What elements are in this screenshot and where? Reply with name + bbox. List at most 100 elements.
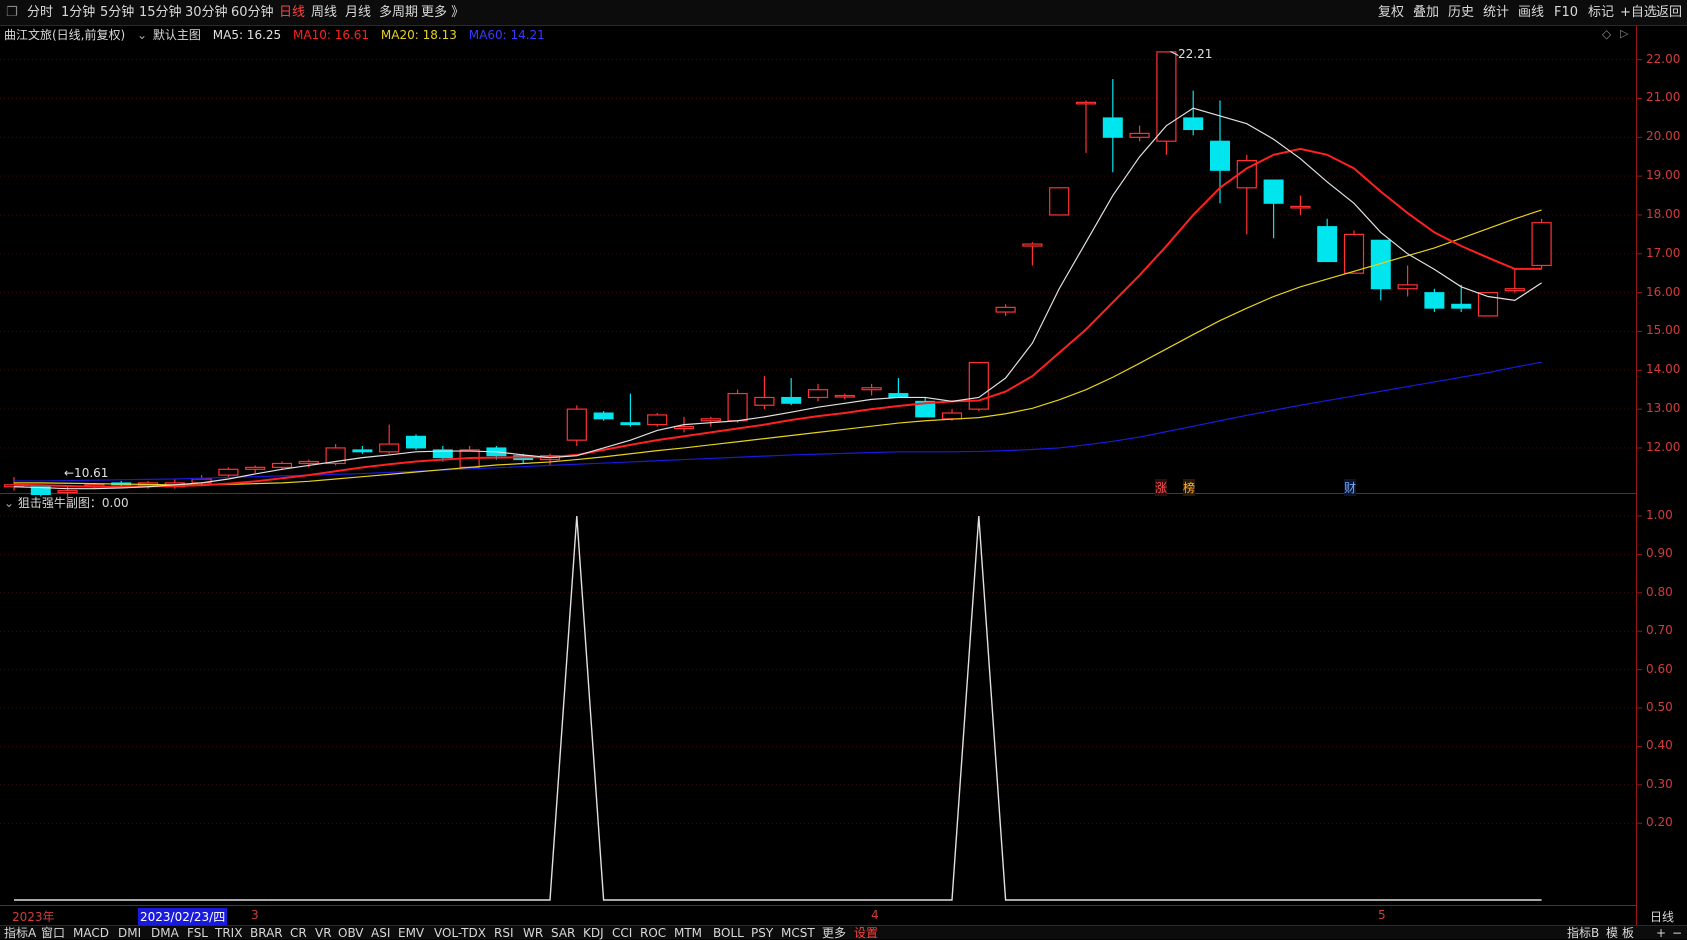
candle-body [1451, 303, 1472, 309]
candle [1504, 269, 1525, 293]
candle [1156, 51, 1177, 155]
candle-body [941, 412, 963, 420]
cci-tab[interactable]: CCI [612, 926, 632, 940]
candle [1317, 218, 1338, 263]
candle-body [245, 466, 266, 470]
candle [754, 376, 775, 410]
candle [1397, 265, 1418, 297]
marker-list[interactable]: 榜 [1183, 479, 1196, 496]
candle-body [1022, 243, 1043, 247]
roc-tab[interactable]: ROC [640, 926, 666, 940]
board-tab[interactable]: 板 [1622, 926, 1634, 940]
wr-tab[interactable]: WR [523, 926, 543, 940]
vol-tdx-tab[interactable]: VOL-TDX [434, 926, 486, 940]
candle-body [271, 462, 293, 468]
marker-finance[interactable]: 财 [1344, 479, 1357, 496]
candle [727, 389, 748, 423]
candle [1129, 125, 1150, 142]
boll-tab[interactable]: BOLL [713, 926, 744, 940]
candle-body [1210, 140, 1230, 171]
candle [1022, 242, 1043, 266]
obv-tab[interactable]: OBV [338, 926, 364, 940]
month-label-3: 3 [251, 908, 259, 922]
candle-body [593, 412, 614, 420]
brar-tab[interactable]: BRAR [250, 926, 283, 940]
kdj-tab[interactable]: KDJ [583, 926, 604, 940]
candle-body [1129, 132, 1150, 138]
rsi-tab[interactable]: RSI [494, 926, 514, 940]
asi-tab[interactable]: ASI [371, 926, 390, 940]
mcst-tab[interactable]: MCST [781, 926, 815, 940]
emv-tab[interactable]: EMV [398, 926, 424, 940]
candle-body [1102, 117, 1123, 138]
candle-body [57, 490, 78, 494]
zoom-in-button[interactable]: + [1656, 926, 1666, 940]
candle-body [218, 468, 239, 476]
candle [539, 453, 561, 466]
moving-average-lines [13, 107, 1542, 490]
candle [888, 378, 909, 398]
candle [1049, 187, 1070, 216]
candle [1102, 79, 1123, 173]
candle [1236, 154, 1257, 235]
zoom-out-button[interactable]: − [1672, 926, 1682, 940]
candle-body [1424, 292, 1445, 309]
candle [807, 383, 829, 402]
candle-body [1397, 284, 1418, 290]
month-label-4: 4 [871, 908, 879, 922]
ma20-line [14, 209, 1542, 486]
trix-tab[interactable]: TRIX [215, 926, 242, 940]
cr-tab[interactable]: CR [290, 926, 307, 940]
template-tab[interactable]: 模 [1606, 926, 1618, 940]
candle-body [968, 361, 989, 410]
window-tab[interactable]: 窗口 [41, 926, 65, 940]
indicator-a-tab[interactable]: 指标A [4, 926, 36, 940]
more-indicators-tab[interactable]: 更多 [822, 926, 846, 940]
candlesticks [3, 51, 1552, 502]
psy-tab[interactable]: PSY [751, 926, 773, 940]
low-price-label: ←10.61 [64, 466, 109, 480]
mtm-tab[interactable]: MTM [674, 926, 702, 940]
candle-body [566, 408, 587, 441]
candle [245, 465, 266, 474]
candle-body [1263, 179, 1284, 204]
macd-tab[interactable]: MACD [73, 926, 109, 940]
marker-rise[interactable]: 涨 [1155, 479, 1168, 496]
candle-body [620, 422, 641, 426]
indicator-b-tab[interactable]: 指标B [1567, 926, 1599, 940]
candle [566, 405, 587, 446]
candle-body [1290, 205, 1311, 209]
candle-body [754, 396, 775, 406]
candle [1263, 179, 1284, 239]
fsl-tab[interactable]: FSL [187, 926, 208, 940]
month-label-5: 5 [1378, 908, 1386, 922]
candle [352, 445, 373, 454]
candle [1075, 100, 1097, 153]
candle-body [861, 387, 882, 391]
sar-tab[interactable]: SAR [551, 926, 575, 940]
indicator-tabbar: 指标A 窗口 MACD DMI DMA FSL TRIX BRAR CR VR … [0, 925, 1687, 940]
candle [1424, 288, 1445, 313]
kline-chart[interactable] [0, 0, 1687, 939]
candle-body [1531, 222, 1552, 267]
period-label: 日线 [1650, 910, 1675, 924]
candle-body [834, 394, 855, 398]
candle-body [298, 460, 319, 465]
candle-body [1049, 187, 1070, 216]
candle-body [995, 306, 1016, 313]
candle-body [1343, 233, 1365, 274]
vr-tab[interactable]: VR [315, 926, 332, 940]
candle-body [1504, 288, 1525, 292]
candle-body [1075, 101, 1097, 105]
candle-body [1183, 117, 1204, 131]
candle [1531, 218, 1552, 270]
candle [593, 411, 614, 421]
candle [1343, 230, 1365, 274]
candle-body [1317, 226, 1338, 263]
candle [861, 383, 882, 396]
settings-tab[interactable]: 设置 [854, 926, 878, 940]
candle-body [807, 389, 829, 399]
candle-body [352, 449, 373, 453]
dmi-tab[interactable]: DMI [118, 926, 141, 940]
dma-tab[interactable]: DMA [151, 926, 179, 940]
